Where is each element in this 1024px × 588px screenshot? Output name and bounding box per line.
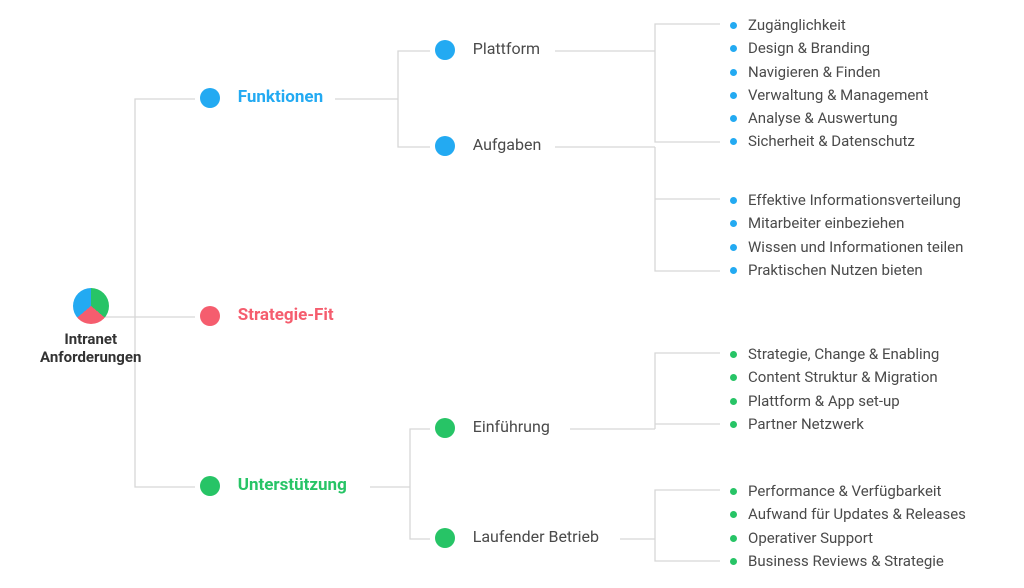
leaf-item: Strategie, Change & Enabling (730, 343, 939, 366)
dot-icon (435, 418, 455, 438)
leaf-item: Analyse & Auswertung (730, 107, 929, 130)
leaf-item: Business Reviews & Strategie (730, 550, 966, 573)
leaf-item: Design & Branding (730, 37, 929, 60)
leaf-item: Aufwand für Updates & Releases (730, 503, 966, 526)
leaf-item: Navigieren & Finden (730, 61, 929, 84)
branch-funktionen: Funktionen (200, 87, 323, 108)
dot-icon (200, 88, 220, 108)
leaf-item: Plattform & App set-up (730, 390, 939, 413)
leaf-item: Wissen und Informationen teilen (730, 236, 963, 259)
dot-icon (200, 306, 220, 326)
leaf-item: Performance & Verfügbarkeit (730, 480, 966, 503)
leaf-item: Mitarbeiter einbeziehen (730, 212, 963, 235)
node-plattform-label: Plattform (473, 39, 540, 58)
pie-icon (73, 288, 109, 324)
node-betrieb-label: Laufender Betrieb (473, 527, 599, 546)
leaf-item: Sicherheit & Datenschutz (730, 130, 929, 153)
branch-strategie-label: Strategie-Fit (238, 305, 334, 325)
node-einfuehrung-label: Einführung (473, 417, 550, 436)
dot-icon (435, 136, 455, 156)
root-node: Intranet Anforderungen (40, 288, 141, 366)
list-einfuehrung: Strategie, Change & EnablingContent Stru… (730, 343, 939, 436)
list-betrieb: Performance & VerfügbarkeitAufwand für U… (730, 480, 966, 573)
leaf-item: Effektive Informationsverteilung (730, 189, 963, 212)
node-plattform: Plattform (435, 39, 540, 60)
leaf-item: Zugänglichkeit (730, 14, 929, 37)
node-aufgaben-label: Aufgaben (473, 135, 542, 154)
leaf-item: Partner Netzwerk (730, 413, 939, 436)
leaf-item: Operativer Support (730, 527, 966, 550)
branch-funktionen-label: Funktionen (238, 87, 323, 107)
leaf-item: Verwaltung & Management (730, 84, 929, 107)
dot-icon (435, 528, 455, 548)
root-label-line2: Anforderungen (40, 348, 141, 366)
node-einfuehrung: Einführung (435, 417, 550, 438)
branch-unterstuetzung-label: Unterstützung (238, 475, 347, 495)
leaf-item: Praktischen Nutzen bieten (730, 259, 963, 282)
node-aufgaben: Aufgaben (435, 135, 541, 156)
dot-icon (200, 476, 220, 496)
list-plattform: ZugänglichkeitDesign & BrandingNavigiere… (730, 14, 929, 154)
dot-icon (435, 40, 455, 60)
root-label-line1: Intranet (64, 330, 117, 348)
branch-strategie: Strategie-Fit (200, 305, 334, 326)
leaf-item: Content Struktur & Migration (730, 366, 939, 389)
branch-unterstuetzung: Unterstützung (200, 475, 347, 496)
list-aufgaben: Effektive InformationsverteilungMitarbei… (730, 189, 963, 282)
node-betrieb: Laufender Betrieb (435, 527, 599, 548)
